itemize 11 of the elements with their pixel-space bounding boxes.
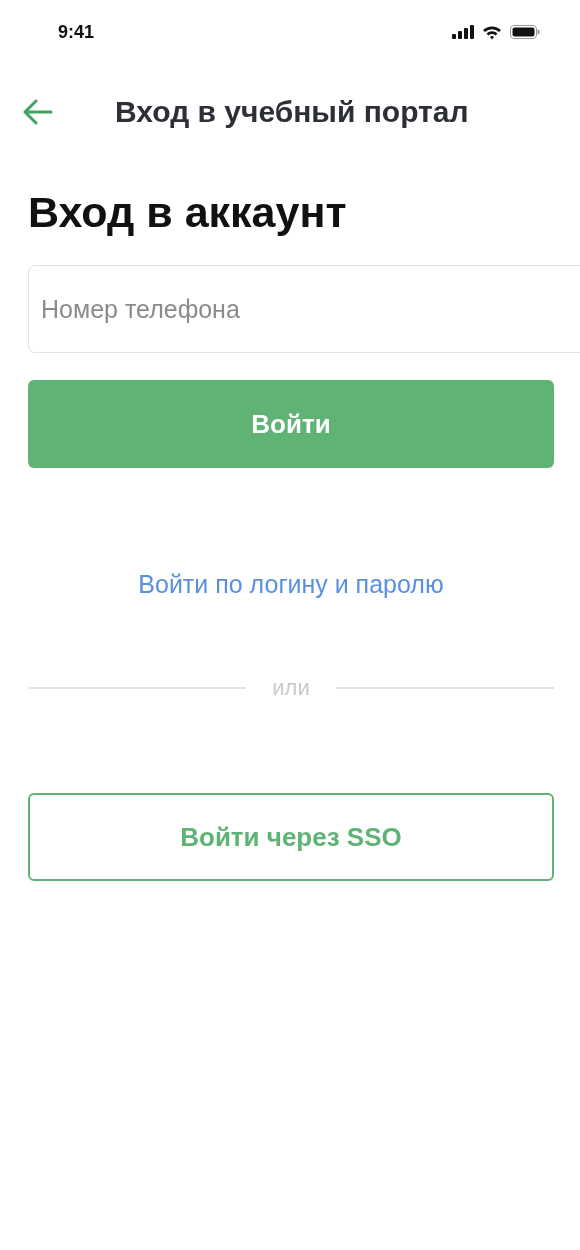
wifi-icon: [482, 24, 502, 40]
screen-title: Вход в учебный портал: [115, 95, 469, 129]
battery-icon: [510, 25, 540, 39]
sso-button[interactable]: Войти через SSO: [28, 793, 554, 881]
back-arrow-icon: [23, 99, 53, 125]
signal-icon: [452, 25, 474, 39]
password-login-link[interactable]: Войти по логину и паролю: [138, 570, 444, 599]
phone-field[interactable]: Номер телефона: [28, 265, 580, 353]
login-button[interactable]: Войти: [28, 380, 554, 468]
page-heading: Вход в аккаунт: [28, 188, 348, 237]
status-time: 9:41: [58, 21, 95, 43]
